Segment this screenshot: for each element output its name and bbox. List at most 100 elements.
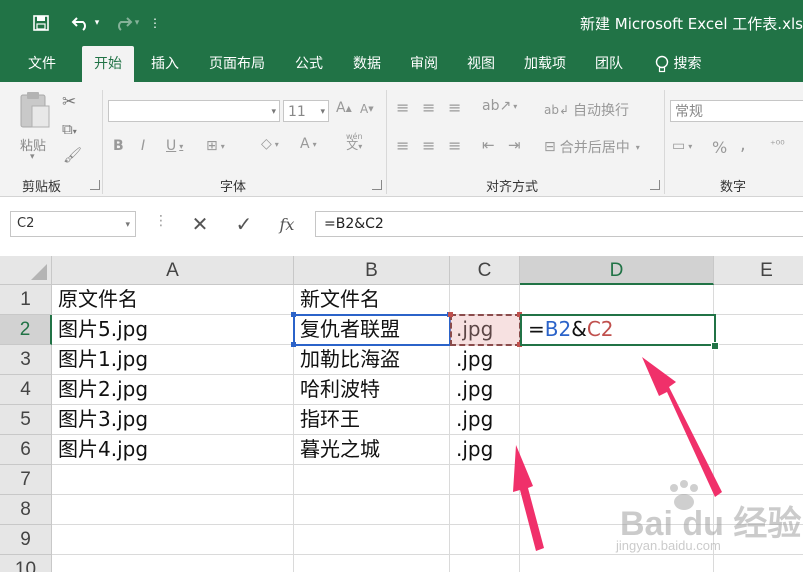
tab-team[interactable]: 团队 [584,46,634,82]
merge-center-button[interactable]: ⊟ 合并后居中 ▾ [544,137,640,157]
save-icon[interactable] [30,10,52,36]
cell-c9[interactable] [450,525,520,555]
cut-icon[interactable]: ✂ [62,92,76,112]
tab-view[interactable]: 视图 [456,46,506,82]
cell-e5[interactable] [714,405,803,435]
cell-a5[interactable]: 图片3.jpg [52,405,294,435]
cell-e4[interactable] [714,375,803,405]
borders-icon[interactable]: ⊞ ▾ [206,138,225,154]
cell-b6[interactable]: 暮光之城 [294,435,450,465]
cell-b5[interactable]: 指环王 [294,405,450,435]
cell-e7[interactable] [714,465,803,495]
fill-color-icon[interactable]: ◇ ▾ [261,136,279,152]
formula-input[interactable]: =B2&C2 [315,211,803,237]
column-header-e[interactable]: E [714,256,803,285]
paste-button[interactable]: 粘贴 ▾ [14,90,56,162]
decrease-indent-icon[interactable]: ⇤ [482,136,495,154]
cancel-icon[interactable]: ✕ [192,212,209,236]
cell-c6[interactable]: .jpg [450,435,520,465]
cell-d8[interactable] [520,495,714,525]
wrap-text-button[interactable]: ab↲ 自动换行 [544,100,629,120]
row-header[interactable]: 9 [0,525,52,555]
align-right-icon[interactable]: ≡ [448,136,461,155]
active-cell-d2[interactable]: =B2&C2 [520,314,716,346]
align-middle-icon[interactable]: ≡ [422,98,435,117]
alignment-launcher-icon[interactable] [650,180,660,190]
grow-font-icon[interactable]: A ▲ [336,100,352,116]
cell-b7[interactable] [294,465,450,495]
cell-b8[interactable] [294,495,450,525]
cell-b9[interactable] [294,525,450,555]
row-header[interactable]: 4 [0,375,52,405]
cell-c1[interactable] [450,285,520,315]
align-left-icon[interactable]: ≡ [396,136,409,155]
cell-a8[interactable] [52,495,294,525]
font-launcher-icon[interactable] [372,180,382,190]
enter-icon[interactable]: ✓ [236,212,253,236]
accounting-format-icon[interactable]: ▭ ▾ [672,138,692,154]
cell-a2[interactable]: 图片5.jpg [52,315,294,345]
cell-a4[interactable]: 图片2.jpg [52,375,294,405]
cell-a9[interactable] [52,525,294,555]
tab-review[interactable]: 审阅 [399,46,449,82]
cell-e6[interactable] [714,435,803,465]
cell-a10[interactable] [52,555,294,572]
cell-e9[interactable] [714,525,803,555]
select-all-button[interactable] [0,256,52,285]
cell-b4[interactable]: 哈利波特 [294,375,450,405]
font-name-select[interactable]: ▾ [108,100,280,122]
copy-icon[interactable]: ⧉▾ [62,120,77,138]
cell-d10[interactable] [520,555,714,572]
customize-qat-icon[interactable]: ⋮ [148,10,162,36]
tab-data[interactable]: 数据 [342,46,392,82]
cell-b2[interactable]: 复仇者联盟 [294,315,450,345]
shrink-font-icon[interactable]: A ▼ [360,102,374,116]
cell-c4[interactable]: .jpg [450,375,520,405]
clipboard-launcher-icon[interactable] [90,180,100,190]
name-box[interactable]: C2 ▾ [10,211,136,237]
cell-c10[interactable] [450,555,520,572]
redo-icon[interactable]: ▾ [108,10,142,36]
row-header[interactable]: 10 [0,555,52,572]
font-size-select[interactable]: 11 ▾ [283,100,329,122]
cell-a1[interactable]: 原文件名 [52,285,294,315]
tab-addins[interactable]: 加载项 [514,46,576,82]
bold-icon[interactable]: B [113,138,124,154]
number-format-select[interactable]: 常规 [670,100,803,122]
cell-e2[interactable] [714,315,803,345]
cell-c2[interactable]: .jpg [450,315,520,345]
font-color-icon[interactable]: A ▾ [300,136,317,152]
orientation-icon[interactable]: ab↗ ▾ [482,98,517,114]
row-header[interactable]: 6 [0,435,52,465]
undo-icon[interactable]: ▾ [68,10,102,36]
cell-c7[interactable] [450,465,520,495]
cell-c8[interactable] [450,495,520,525]
fill-handle[interactable] [711,342,719,350]
row-header[interactable]: 3 [0,345,52,375]
cell-d4[interactable] [520,375,714,405]
cell-d5[interactable] [520,405,714,435]
column-header-b[interactable]: B [294,256,450,285]
cell-e3[interactable] [714,345,803,375]
cell-b10[interactable] [294,555,450,572]
increase-indent-icon[interactable]: ⇥ [508,136,521,154]
align-bottom-icon[interactable]: ≡ [448,98,461,117]
cell-d7[interactable] [520,465,714,495]
tab-insert[interactable]: 插入 [140,46,190,82]
cell-c3[interactable]: .jpg [450,345,520,375]
cell-d9[interactable] [520,525,714,555]
cell-b1[interactable]: 新文件名 [294,285,450,315]
column-header-d[interactable]: D [520,256,714,285]
cell-d3[interactable] [520,345,714,375]
tab-page-layout[interactable]: 页面布局 [198,46,276,82]
underline-icon[interactable]: U ▾ [166,138,183,154]
cell-c5[interactable]: .jpg [450,405,520,435]
row-header[interactable]: 5 [0,405,52,435]
cell-d6[interactable] [520,435,714,465]
tab-file[interactable]: 文件 [14,46,70,82]
row-header[interactable]: 7 [0,465,52,495]
cell-e10[interactable] [714,555,803,572]
cell-d1[interactable] [520,285,714,315]
cell-b3[interactable]: 加勒比海盗 [294,345,450,375]
column-header-c[interactable]: C [450,256,520,285]
